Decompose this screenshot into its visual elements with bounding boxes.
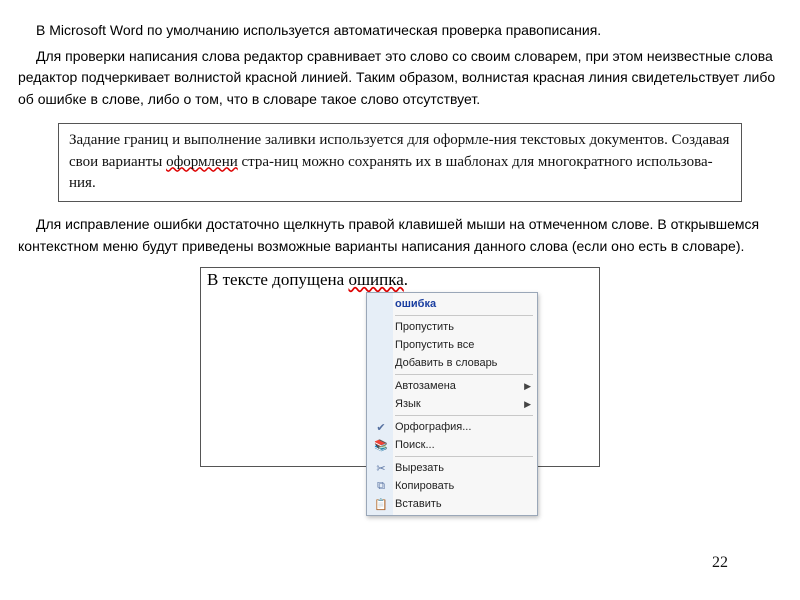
- chevron-right-icon: ▶: [524, 399, 531, 410]
- page-number: 22: [712, 554, 728, 572]
- blank-icon: [371, 319, 391, 335]
- menu-spelling[interactable]: ✔ Орфография...: [367, 418, 537, 436]
- menu-separator: [395, 456, 533, 457]
- menu-separator: [395, 315, 533, 316]
- example2-before: В тексте допущена: [207, 270, 348, 289]
- example1-error-word: оформлени: [166, 154, 238, 170]
- menu-skip-label: Пропустить: [395, 321, 531, 333]
- menu-copy-label: Копировать: [395, 480, 531, 492]
- menu-add-dictionary[interactable]: Добавить в словарь: [367, 354, 537, 372]
- clipboard-icon: 📋: [371, 496, 391, 512]
- menu-lookup[interactable]: 📚 Поиск...: [367, 436, 537, 454]
- menu-language[interactable]: Язык ▶: [367, 395, 537, 413]
- menu-suggestion[interactable]: ошибка: [367, 295, 537, 313]
- blank-icon: [371, 337, 391, 353]
- scissors-icon: ✂: [371, 460, 391, 476]
- blank-icon: [371, 396, 391, 412]
- paragraph-3: Для исправление ошибки достаточно щелкну…: [18, 214, 782, 257]
- blank-icon: [371, 355, 391, 371]
- paragraph-2: Для проверки написания слова редактор ср…: [18, 46, 782, 111]
- menu-skip[interactable]: Пропустить: [367, 318, 537, 336]
- chevron-right-icon: ▶: [524, 381, 531, 392]
- menu-language-label: Язык: [395, 398, 520, 410]
- abc-check-icon: ✔: [371, 419, 391, 435]
- menu-skip-all-label: Пропустить все: [395, 339, 531, 351]
- menu-autocorrect-label: Автозамена: [395, 380, 520, 392]
- example2-error-word[interactable]: ошипка: [348, 270, 403, 289]
- menu-skip-all[interactable]: Пропустить все: [367, 336, 537, 354]
- menu-add-label: Добавить в словарь: [395, 357, 531, 369]
- copy-icon: ⧉: [371, 478, 391, 494]
- menu-cut[interactable]: ✂ Вырезать: [367, 459, 537, 477]
- blank-icon: [371, 296, 391, 312]
- paragraph-1: В Microsoft Word по умолчанию использует…: [18, 20, 782, 42]
- book-search-icon: 📚: [371, 437, 391, 453]
- menu-spelling-label: Орфография...: [395, 421, 531, 433]
- menu-suggestion-label: ошибка: [395, 298, 531, 310]
- example2-after: .: [404, 270, 408, 289]
- example-box-2: В тексте допущена ошипка. ошибка Пропуст…: [200, 267, 600, 467]
- blank-icon: [371, 378, 391, 394]
- menu-lookup-label: Поиск...: [395, 439, 531, 451]
- menu-separator: [395, 415, 533, 416]
- example-box-1: Задание границ и выполнение заливки испо…: [58, 123, 742, 202]
- menu-paste-label: Вставить: [395, 498, 531, 510]
- menu-separator: [395, 374, 533, 375]
- menu-copy[interactable]: ⧉ Копировать: [367, 477, 537, 495]
- menu-autocorrect[interactable]: Автозамена ▶: [367, 377, 537, 395]
- menu-cut-label: Вырезать: [395, 462, 531, 474]
- menu-paste[interactable]: 📋 Вставить: [367, 495, 537, 513]
- context-menu: ошибка Пропустить Пропустить все Добавит…: [366, 292, 538, 516]
